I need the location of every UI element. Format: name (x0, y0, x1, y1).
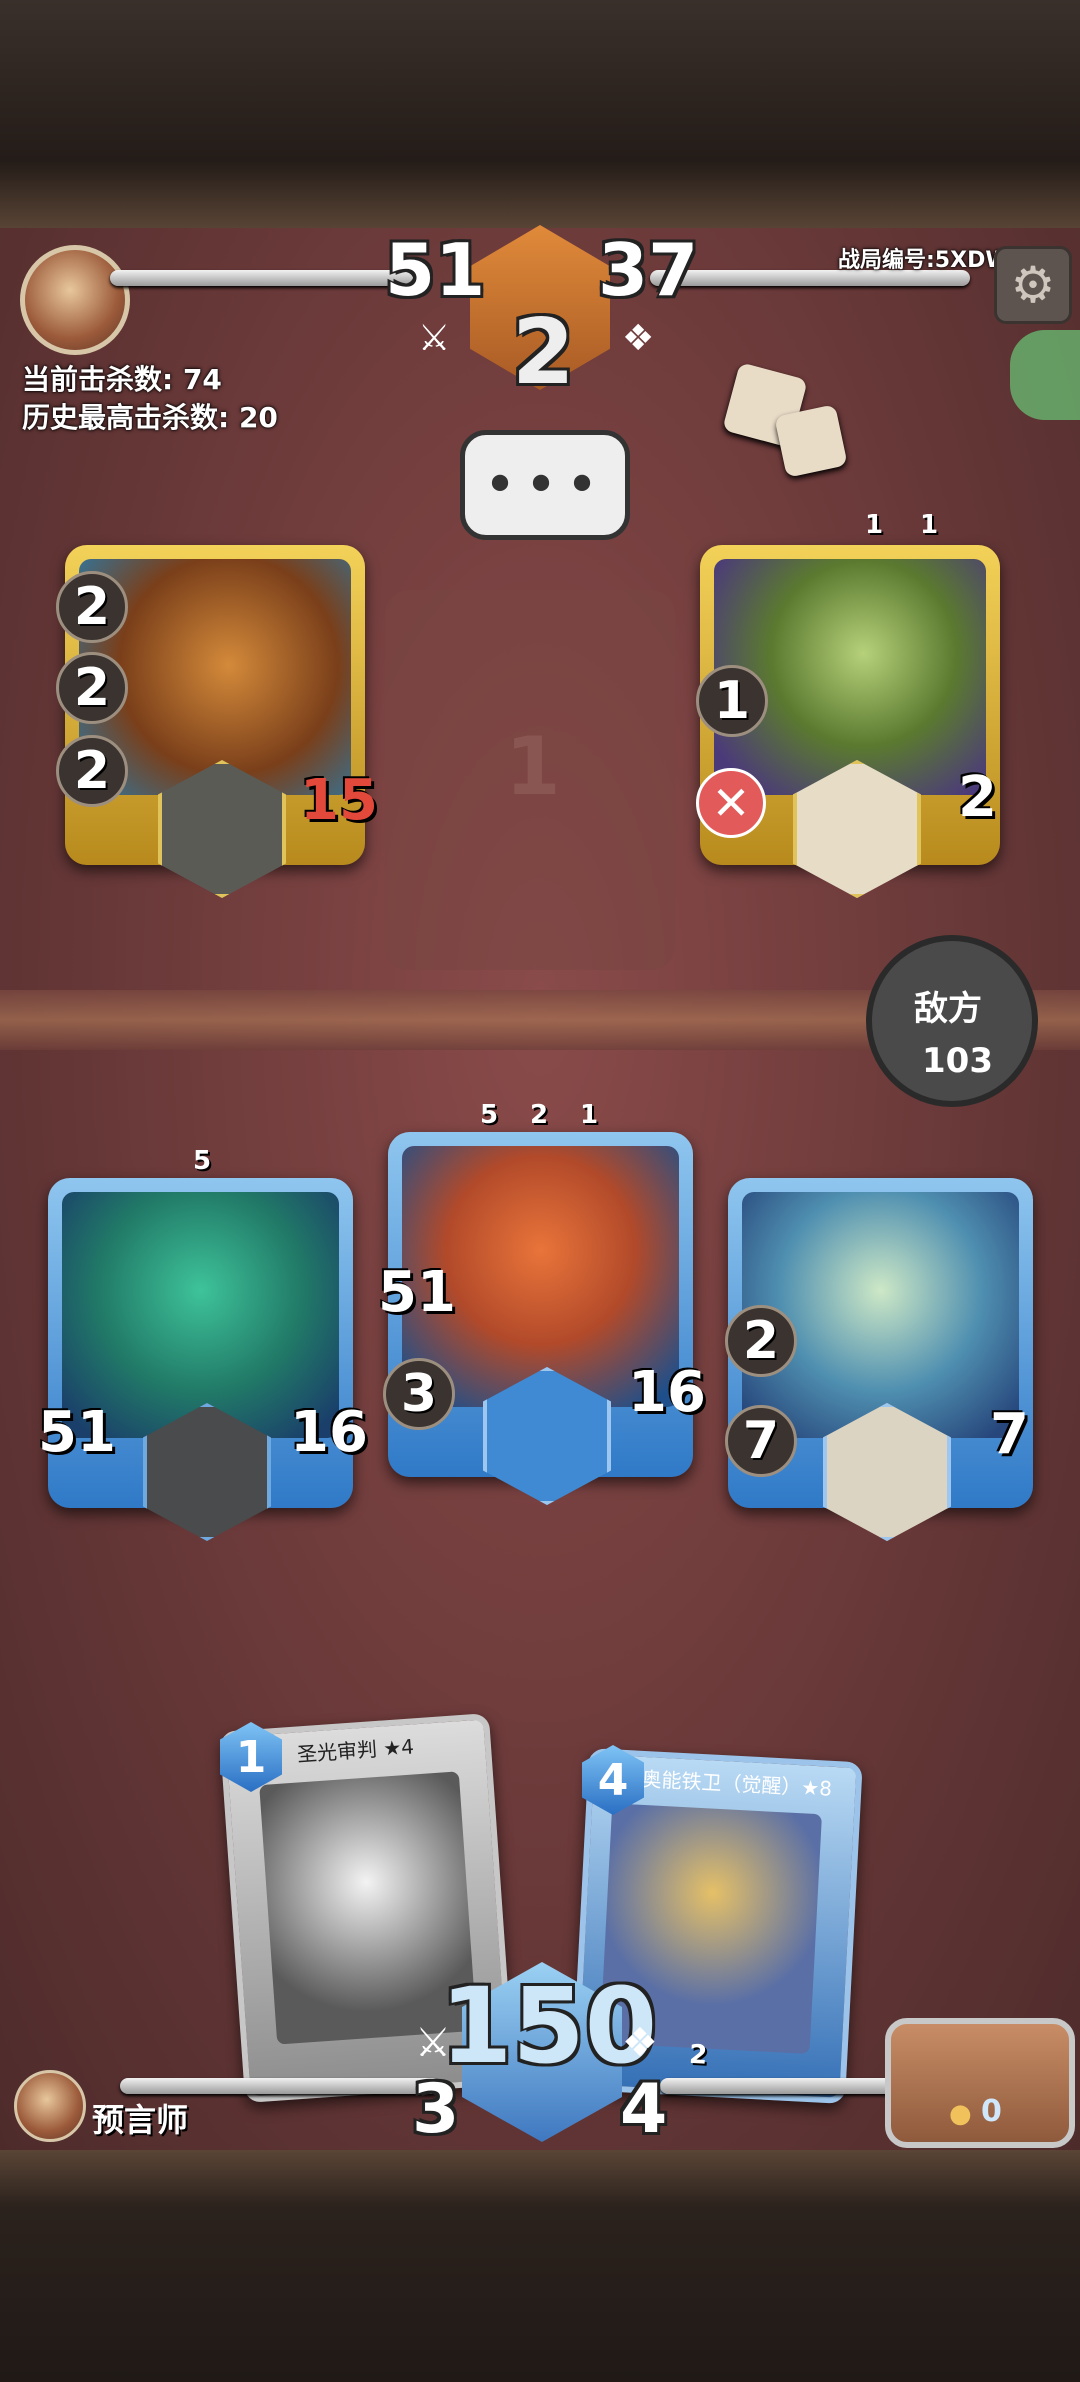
enemy-stat-1: 2 (56, 571, 128, 643)
hand-card-title: 圣光审判 ★4 (296, 1734, 415, 1767)
settings-button[interactable]: ⚙ (994, 246, 1072, 324)
player-health: 4 (620, 2070, 668, 2149)
best-kills: 历史最高击杀数: 20 (22, 401, 278, 434)
card2-badge-a: 5 (480, 1100, 499, 1130)
hand-card-title: 奥能铁卫（觉醒）★8 (640, 1766, 833, 1801)
card3-power: 7 (990, 1402, 1029, 1467)
sword-icon: ⚔ (418, 318, 451, 359)
card3-stat1: 2 (725, 1305, 797, 1377)
paw-icon: ❖ (622, 2020, 658, 2066)
sword-icon: ⚔ (415, 2020, 451, 2066)
enemy-health: 37 (598, 228, 699, 312)
card1-top-badge: 5 (193, 1146, 212, 1176)
player-rail-left (120, 2078, 440, 2094)
gear-icon: ⚙ (1010, 256, 1056, 314)
enemy-stat-2: 2 (56, 652, 128, 724)
enemy-button[interactable]: 敌方 103 (866, 935, 1038, 1107)
chat-dots: ••• (483, 452, 607, 518)
card1-attack: 51 (38, 1400, 116, 1465)
card2-badge-c: 1 (580, 1100, 599, 1130)
chat-bubble-button[interactable]: ••• (460, 430, 630, 540)
coin-count: 0 (981, 2094, 1002, 2129)
opponent-avatar[interactable] (20, 245, 130, 355)
enemy-count: 103 (922, 1041, 993, 1081)
empty-slot-number: 1 (505, 720, 561, 813)
enemy-attack: 51 (385, 228, 486, 312)
current-kills: 当前击杀数: 74 (22, 363, 222, 396)
disabled-x-icon: ✕ (696, 768, 766, 838)
top-frame (0, 0, 1080, 230)
chat-icon[interactable] (1010, 330, 1080, 420)
shop-coin-box[interactable]: ● 0 (885, 2018, 1075, 2148)
enemy-power: 15 (300, 768, 378, 833)
card3-stat2: 7 (725, 1405, 797, 1477)
enemy-croc-power: 2 (958, 765, 997, 830)
dice-prop (774, 404, 848, 478)
player-name: 预言师 (92, 2101, 189, 2139)
bottom-frame (0, 2150, 1080, 2382)
hand-card-badge: 2 (688, 2039, 709, 2071)
turn-number: 2 (512, 300, 575, 405)
card2-power: 16 (628, 1360, 706, 1425)
badge-count-1: 1 (865, 510, 884, 540)
player-avatar[interactable] (14, 2070, 86, 2142)
coin-icon: ● (949, 2099, 972, 2129)
card1-power: 16 (290, 1400, 368, 1465)
card2-stat: 3 (383, 1358, 455, 1430)
badge-count-2: 1 (920, 510, 939, 540)
enemy-label: 敌方 (914, 989, 982, 1029)
paw-icon: ❖ (622, 318, 655, 359)
enemy-stat-3: 2 (56, 735, 128, 807)
hud-rail-left (110, 270, 430, 286)
card2-attack: 51 (378, 1260, 456, 1325)
enemy-buff-row: 1 1 (760, 490, 960, 540)
enemy-croc-stat: 1 (696, 665, 768, 737)
player-rail-right (660, 2078, 910, 2094)
player-attack: 3 (412, 2070, 460, 2149)
card2-badge-b: 2 (530, 1100, 549, 1130)
